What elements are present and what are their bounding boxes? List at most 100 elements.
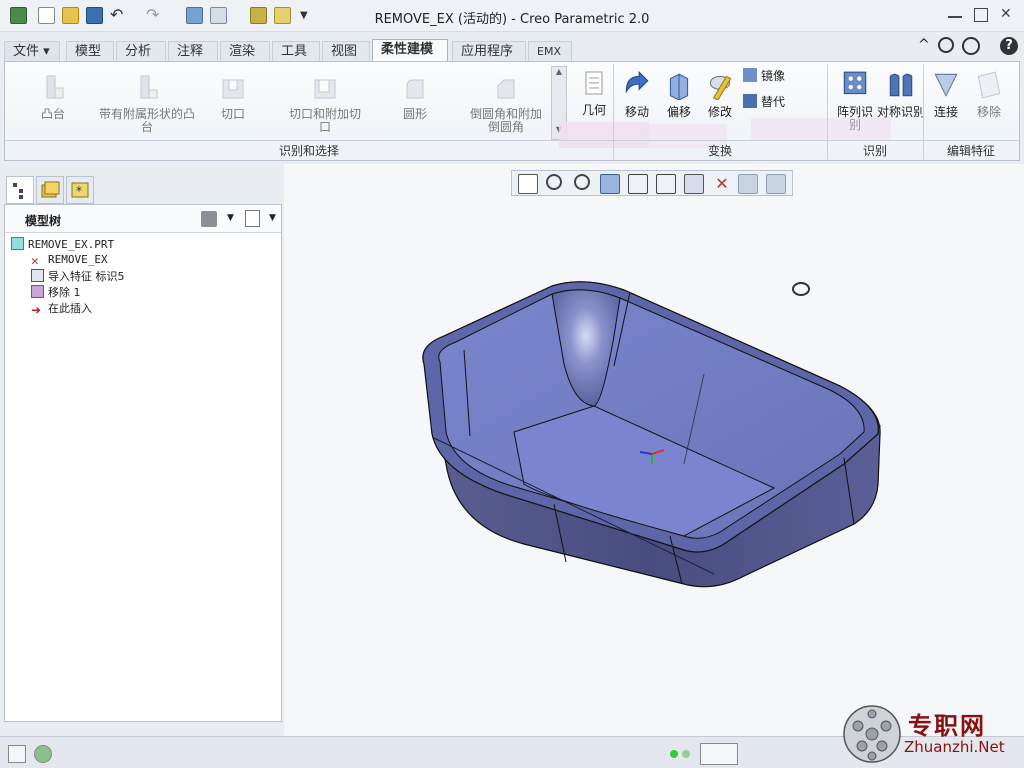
chamfer-round-label: 倒圆角和附加倒圆角 [469, 107, 542, 134]
geometry-button[interactable]: 几何 [571, 70, 617, 117]
tab-render[interactable]: 渲染 [220, 41, 270, 61]
round-button[interactable]: 圆形 [393, 74, 437, 121]
tree-item-remove[interactable]: 移除 1 [31, 284, 81, 300]
regen-status-icon [670, 750, 678, 758]
substitute-button[interactable]: 替代 [743, 94, 793, 109]
tree-item-label: 导入特征 标识5 [48, 270, 125, 283]
scroll-up-icon[interactable]: ▲ [552, 67, 566, 81]
part-model-render[interactable] [284, 164, 1024, 736]
view-manager-icon[interactable] [684, 174, 704, 194]
boss-button[interactable]: 凸台 [31, 74, 75, 121]
regen-status-icon-2 [682, 750, 690, 758]
cut-attached-button[interactable]: 切口和附加切口 [285, 74, 365, 134]
mirror-icon [743, 68, 757, 82]
boss-attached-button[interactable]: 带有附属形状的凸台 [97, 74, 197, 134]
round-label: 圆形 [402, 107, 427, 121]
folder-browser-tab-icon [41, 181, 60, 198]
offset-button[interactable]: 偏移 [659, 70, 699, 119]
part-icon [11, 237, 24, 250]
tree-item-csys[interactable]: ✕ REMOVE_EX [31, 253, 108, 268]
find-icon[interactable] [700, 743, 738, 765]
tab-tools[interactable]: 工具 [272, 41, 320, 61]
refit-icon[interactable] [518, 174, 538, 194]
tree-item-label: 在此插入 [48, 302, 92, 315]
favorites-tab-icon: * [71, 182, 89, 198]
tab-analysis[interactable]: 分析 [116, 41, 166, 61]
ribbon-tab-row: 文件 ▾ 模型 分析 注释 渲染 工具 视图 柔性建模 应用程序 EMX ^ ? [0, 32, 1024, 62]
tree-settings-dropdown-icon[interactable]: ▼ [227, 213, 234, 223]
tree-item-part[interactable]: REMOVE_EX.PRT [11, 237, 114, 251]
tab-annotate[interactable]: 注释 [168, 41, 218, 61]
help-up-icon[interactable]: ^ [918, 38, 935, 55]
mirror-label: 镜像 [761, 69, 786, 83]
tree-item-import-feature[interactable]: 导入特征 标识5 [31, 268, 125, 284]
display-style-icon[interactable] [628, 174, 648, 194]
move-label: 移动 [624, 105, 649, 119]
folder-browser-tab[interactable] [36, 176, 64, 204]
blur-overlay [751, 118, 891, 140]
boss-attached-label: 带有附属形状的凸台 [98, 107, 195, 134]
saved-views-icon[interactable] [656, 174, 676, 194]
tab-model[interactable]: 模型 [66, 41, 114, 61]
graphics-view-toolbar: ✕ [511, 170, 793, 196]
repaint-icon[interactable] [600, 174, 620, 194]
window-title: REMOVE_EX (活动的) - Creo Parametric 2.0 [374, 12, 650, 27]
modify-button[interactable]: 修改 [699, 70, 741, 119]
model-tree-tab[interactable] [6, 176, 34, 204]
help-icon[interactable]: ? [1000, 37, 1018, 55]
svg-text:*: * [76, 184, 82, 198]
title-bar: ↶ ↷ ▼ REMOVE_EX (活动的) - Creo Parametric … [0, 0, 1024, 32]
tab-view[interactable]: 视图 [322, 41, 370, 61]
toggle-navigator-icon[interactable] [8, 745, 26, 763]
attach-icon [934, 73, 958, 97]
tree-item-label: REMOVE_EX.PRT [28, 238, 115, 251]
mirror-button[interactable]: 镜像 [743, 68, 793, 83]
community-icon[interactable] [962, 37, 980, 55]
import-feature-icon [31, 269, 44, 282]
tab-applications[interactable]: 应用程序 [452, 41, 526, 61]
spin-center-toggle-icon[interactable] [766, 174, 786, 194]
attach-button[interactable]: 连接 [929, 70, 963, 119]
remove-button[interactable]: 移除 [969, 70, 1009, 119]
search-icon[interactable] [938, 37, 954, 53]
symmetry-recognition-icon [889, 73, 913, 97]
restore-icon[interactable] [974, 8, 988, 22]
graphics-window[interactable] [284, 164, 1024, 736]
cut-attached-icon [314, 79, 336, 99]
move-button[interactable]: 移动 [617, 70, 657, 119]
boss-attached-icon [140, 75, 158, 99]
tree-display-icon[interactable] [245, 210, 260, 227]
remove-feature-icon [31, 285, 44, 298]
tree-item-insert-here[interactable]: ➜ 在此插入 [31, 300, 92, 317]
ribbon-panel: 凸台 带有附属形状的凸台 切口 切口和附加切口 圆形 倒圆角和附加倒圆角 ▲ ▼… [4, 61, 1020, 161]
tab-emx[interactable]: EMX [528, 41, 572, 61]
symmetry-recognition-button[interactable]: 对称识别 [877, 70, 925, 119]
move-icon [625, 70, 649, 94]
zoom-out-icon[interactable] [574, 174, 590, 190]
perspective-icon[interactable]: ✕ [712, 174, 732, 194]
datum-display-icon[interactable] [738, 174, 758, 194]
group-label-edit-features: 编辑特征 [946, 144, 995, 158]
boss-icon [46, 75, 64, 99]
coordinate-system-icon: ✕ [31, 254, 39, 269]
zoom-in-icon[interactable] [546, 174, 562, 190]
geometry-icon [585, 71, 603, 95]
tree-display-dropdown-icon[interactable]: ▼ [269, 213, 276, 223]
close-icon[interactable]: ✕ [1000, 7, 1014, 22]
watermark-cn-text: 专职网 [908, 711, 986, 740]
tree-item-label: REMOVE_EX [48, 253, 108, 266]
model-tree-panel: 模型树 ▼ ▼ REMOVE_EX.PRT ✕ REMOVE_EX 导入特征 标识… [4, 204, 282, 722]
site-watermark: 专职网 Zhuanzhi.Net [842, 702, 1022, 766]
watermark-en-text: Zhuanzhi.Net [904, 738, 1005, 756]
substitute-icon [743, 94, 757, 108]
tab-flexible-modeling[interactable]: 柔性建模 [372, 39, 448, 62]
minimize-icon[interactable] [948, 8, 962, 18]
group-label-recognize: 识别 [862, 144, 887, 158]
chamfer-round-button[interactable]: 倒圆角和附加倒圆角 [465, 74, 547, 134]
remove-label: 移除 [976, 105, 1001, 119]
cut-button[interactable]: 切口 [211, 74, 255, 121]
favorites-tab[interactable]: * [66, 176, 94, 204]
tree-settings-icon[interactable] [201, 211, 217, 227]
tab-file[interactable]: 文件 ▾ [4, 41, 60, 61]
toggle-browser-icon[interactable] [34, 745, 52, 763]
